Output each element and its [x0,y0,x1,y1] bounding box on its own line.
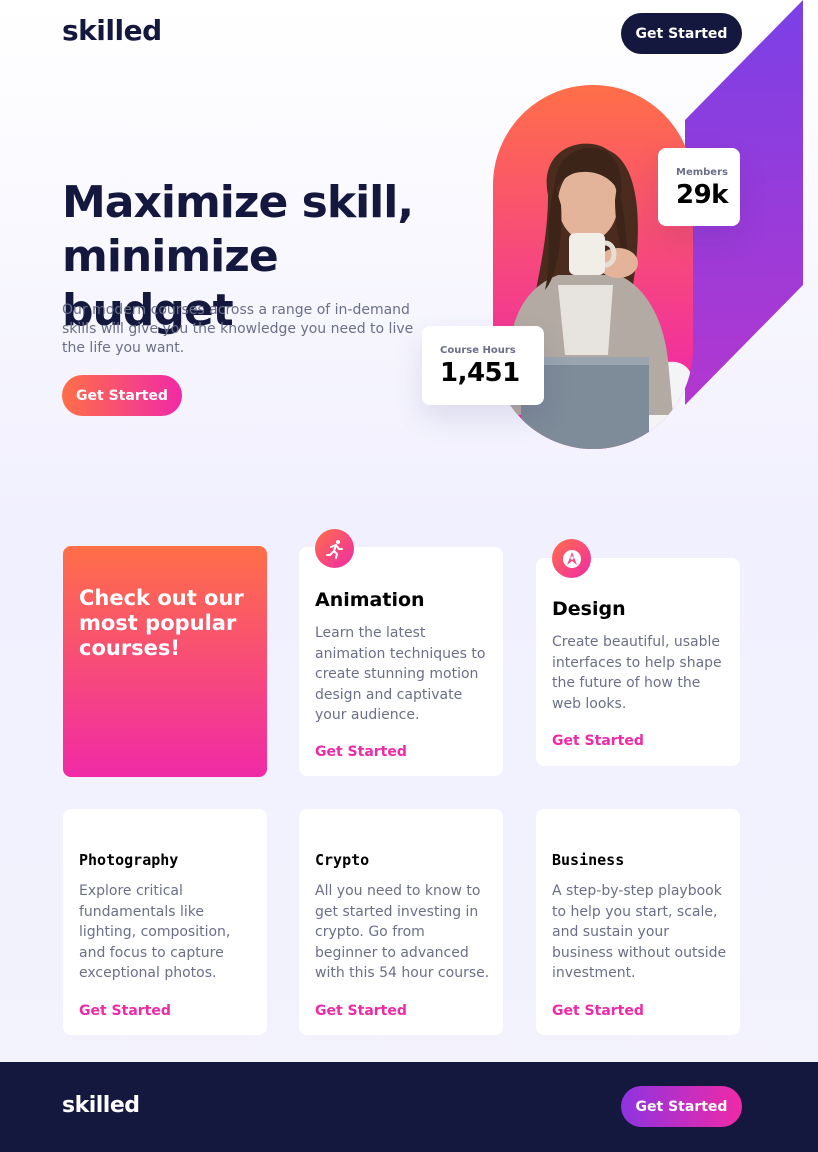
course-description: All you need to know to get started inve… [315,883,490,981]
course-title: Design [552,598,626,620]
members-label: Members [676,167,728,178]
course-card-photography: Photography Explore critical fundamental… [63,809,267,1035]
course-get-started-link[interactable]: Get Started [315,744,407,760]
footer-logo[interactable]: skilled [62,1093,140,1118]
course-get-started-link[interactable]: Get Started [79,1003,171,1019]
course-hours-label: Course Hours [440,345,516,356]
course-description: A step-by-step playbook to help you star… [552,883,727,981]
hero-description: Our modern courses across a range of in-… [62,302,414,356]
logo[interactable]: skilled [62,14,162,47]
course-description: Create beautiful, usable interfaces to h… [552,634,722,712]
course-card-business: Business A step-by-step playbook to help… [536,809,740,1035]
course-card-crypto: Crypto All you need to know to get start… [299,809,503,1035]
course-description: Explore critical fundamentals like light… [79,883,231,981]
hero-get-started-button[interactable]: Get Started [62,375,182,416]
course-hours-stat-card: Course Hours 1,451 [422,326,544,405]
course-get-started-link[interactable]: Get Started [552,1003,644,1019]
design-tool-icon [552,539,591,578]
course-title: Crypto [315,851,370,869]
site-footer: skilled Get Started [0,1062,818,1152]
course-title: Animation [315,589,425,611]
site-header: skilled Get Started [0,0,818,70]
footer-get-started-button[interactable]: Get Started [621,1086,742,1127]
course-get-started-link[interactable]: Get Started [552,733,644,749]
running-figure-icon [315,529,354,568]
course-hours-value: 1,451 [440,358,520,388]
header-get-started-button[interactable]: Get Started [621,13,742,54]
course-title: Business [552,851,625,869]
course-card-animation: Animation Learn the latest animation tec… [299,547,503,776]
promo-text: Check out our most popular courses! [79,586,244,660]
course-card-design: Design Create beautiful, usable interfac… [536,558,740,766]
course-get-started-link[interactable]: Get Started [315,1003,407,1019]
popular-courses-promo: Check out our most popular courses! [63,546,267,777]
course-description: Learn the latest animation techniques to… [315,625,486,723]
members-value: 29k [676,180,728,210]
members-stat-card: Members 29k [658,148,740,226]
course-title: Photography [79,851,179,869]
